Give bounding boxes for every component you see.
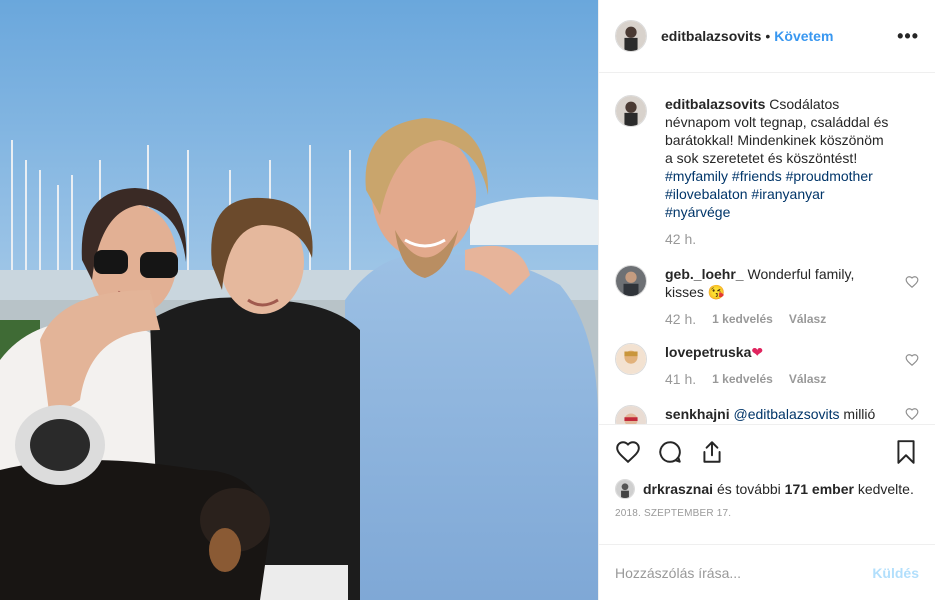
- post-side-panel: editbalazsovits • Követem ••• editbalazs…: [598, 0, 935, 600]
- commenter-username[interactable]: geb._loehr_: [665, 266, 744, 282]
- caption-username[interactable]: editbalazsovits: [665, 96, 765, 112]
- commenter-avatar[interactable]: [615, 405, 647, 424]
- post-header: editbalazsovits • Követem •••: [599, 0, 935, 73]
- comment-item: lovepetruska❤ 41 h. 1 kedvelés Válasz: [615, 343, 919, 387]
- likes-count[interactable]: 171 ember: [785, 481, 854, 497]
- post-comment-button[interactable]: Küldés: [872, 565, 919, 581]
- heart-outline-icon[interactable]: [905, 407, 919, 421]
- comment-icon[interactable]: [657, 439, 683, 465]
- liker-username[interactable]: drkrasznai: [643, 481, 713, 497]
- commenter-username[interactable]: lovepetruska: [665, 344, 751, 360]
- comment-meta: 41 h. 1 kedvelés Válasz: [665, 371, 891, 387]
- reply-button[interactable]: Válasz: [789, 312, 826, 326]
- comment-time[interactable]: 41 h.: [665, 371, 696, 387]
- hashtag-link[interactable]: #ilovebalaton: [665, 186, 748, 202]
- author-username[interactable]: editbalazsovits: [661, 28, 761, 44]
- liked-by-prefix: és további: [716, 481, 781, 497]
- liked-by: drkrasznai és további 171 ember kedvelte…: [599, 478, 935, 500]
- heart-outline-icon[interactable]: [905, 275, 919, 289]
- post-date[interactable]: 2018. SZEPTEMBER 17.: [599, 500, 935, 526]
- comment-text: senkhajni @editbalazsovits millió puszi …: [665, 405, 891, 424]
- comment-likes-count[interactable]: 1 kedvelés: [712, 372, 773, 386]
- author-avatar[interactable]: [615, 20, 647, 52]
- caption-time[interactable]: 42 h.: [665, 231, 696, 247]
- liked-by-text: drkrasznai és további 171 ember kedvelte…: [643, 481, 914, 497]
- comment-emoji: 😘: [707, 284, 726, 300]
- comment-emoji: ❤: [751, 344, 764, 360]
- heart-outline-icon[interactable]: [905, 353, 919, 367]
- caption-text: editbalazsovits Csodálatos névnapom volt…: [665, 95, 891, 221]
- hashtag-link[interactable]: #myfamily: [665, 168, 728, 184]
- caption-meta: 42 h.: [665, 231, 891, 247]
- post-photo[interactable]: [0, 0, 598, 600]
- more-options-icon[interactable]: •••: [897, 27, 919, 45]
- comment-likes-count[interactable]: 1 kedvelés: [712, 312, 773, 326]
- hashtag-link[interactable]: #iranyanyar: [751, 186, 824, 202]
- hashtag-link[interactable]: #nyárvége: [665, 204, 730, 220]
- comment-item: geb._loehr_ Wonderful family, kisses 😘 4…: [615, 265, 919, 327]
- caption: editbalazsovits Csodálatos névnapom volt…: [615, 95, 919, 247]
- hashtag-link[interactable]: #proudmother: [786, 168, 873, 184]
- mention-link[interactable]: @editbalazsovits: [733, 406, 839, 422]
- comment-text: geb._loehr_ Wonderful family, kisses 😘: [665, 265, 891, 301]
- comment-body: lovepetruska❤ 41 h. 1 kedvelés Válasz: [665, 343, 919, 387]
- reply-button[interactable]: Válasz: [789, 372, 826, 386]
- comment-body: senkhajni @editbalazsovits millió puszi …: [665, 405, 919, 424]
- comment-body: geb._loehr_ Wonderful family, kisses 😘 4…: [665, 265, 919, 327]
- comment-meta: 42 h. 1 kedvelés Válasz: [665, 311, 891, 327]
- separator-dot: •: [765, 28, 771, 44]
- heart-icon[interactable]: [615, 439, 641, 465]
- action-bar: [599, 424, 935, 478]
- family-photo-illustration: [0, 0, 598, 600]
- hashtag-link[interactable]: #friends: [732, 168, 782, 184]
- commenter-avatar[interactable]: [615, 343, 647, 375]
- liked-by-suffix: kedvelte.: [857, 481, 914, 497]
- comment-input[interactable]: [615, 564, 873, 581]
- comment-time[interactable]: 42 h.: [665, 311, 696, 327]
- add-comment-bar: Küldés: [599, 544, 935, 600]
- comments-list[interactable]: editbalazsovits Csodálatos névnapom volt…: [599, 73, 935, 424]
- bookmark-icon[interactable]: [893, 439, 919, 465]
- follow-button[interactable]: Követem: [774, 28, 833, 44]
- caption-avatar[interactable]: [615, 95, 647, 127]
- liker-avatar[interactable]: [615, 479, 635, 499]
- commenter-username[interactable]: senkhajni: [665, 406, 730, 422]
- caption-body: editbalazsovits Csodálatos névnapom volt…: [665, 95, 919, 247]
- comment-item: senkhajni @editbalazsovits millió puszi …: [615, 405, 919, 424]
- share-icon[interactable]: [699, 439, 725, 465]
- comment-text: lovepetruska❤: [665, 343, 891, 361]
- commenter-avatar[interactable]: [615, 265, 647, 297]
- post-modal: editbalazsovits • Követem ••• editbalazs…: [0, 0, 935, 600]
